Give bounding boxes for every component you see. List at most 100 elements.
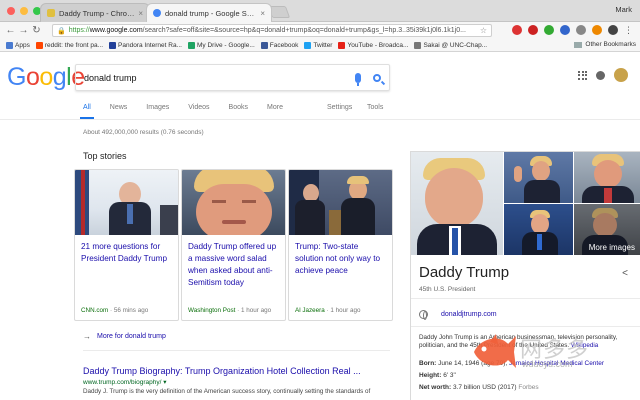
close-tab-icon[interactable]: × (260, 9, 265, 18)
fact-label: Height: (419, 372, 442, 379)
back-icon[interactable]: ← (4, 25, 17, 36)
notifications-icon[interactable] (596, 70, 605, 80)
orange-extension-icon[interactable] (592, 25, 602, 35)
address-bar[interactable]: 🔒 https://www.google.com/search?safe=off… (52, 24, 492, 37)
more-images-link[interactable]: More images (589, 243, 635, 252)
news-card[interactable]: 21 more questions for President Daddy Tr… (74, 169, 179, 321)
bookmark-favicon-icon (414, 41, 422, 49)
fact-label: Born: (419, 360, 437, 367)
tab-chrome-web-store[interactable]: Daddy Trump - Chrome Web S × (40, 3, 150, 22)
result-stats: About 492,000,000 results (0.76 seconds) (83, 129, 204, 136)
news-source: CNN.com · 56 mins ago (81, 307, 148, 314)
bookmark-label: Pandora Internet Ra... (118, 41, 182, 49)
bookmark-label: Apps (15, 41, 30, 49)
google-favicon-icon (153, 9, 161, 17)
news-headline[interactable]: Daddy Trump offered up a massive word sa… (182, 235, 285, 301)
bookmark-item[interactable]: Apps (6, 41, 30, 49)
menu-icon[interactable]: ⋮ (624, 25, 633, 35)
forward-icon[interactable]: → (17, 25, 30, 36)
settings-link[interactable]: Settings (327, 104, 352, 111)
result-title-link[interactable]: Daddy Trump Biography: Trump Organizatio… (83, 366, 361, 376)
kp-website-link[interactable]: donaldjtrump.com (419, 310, 497, 320)
microphone-icon[interactable] (355, 72, 361, 86)
bookmark-favicon-icon (338, 41, 346, 49)
bookmark-item[interactable]: Sakai @ UNC-Chap... (414, 41, 487, 49)
lock-icon: 🔒 (57, 27, 66, 35)
search-icon[interactable] (373, 73, 381, 82)
avatar[interactable] (614, 68, 628, 82)
fact-value: 3.7 billion USD (2017) (452, 384, 519, 391)
bookmark-label: Facebook (269, 41, 299, 49)
news-source-name: Al Jazeera (295, 307, 325, 314)
news-photo (289, 170, 392, 235)
bookmark-item[interactable]: Twitter (304, 41, 332, 49)
kp-photo[interactable] (504, 152, 573, 203)
kp-photo-grid[interactable]: More images (411, 152, 640, 255)
extension-icons: ⋮ (512, 25, 633, 35)
bookmark-star-icon[interactable]: ☆ (480, 26, 487, 35)
green-extension-icon[interactable] (544, 25, 554, 35)
google-logo[interactable]: Google (7, 63, 85, 92)
result-url[interactable]: www.trump.com/biography/ ▾ (83, 378, 166, 386)
news-source: Al Jazeera · 1 hour ago (295, 307, 360, 314)
news-headline[interactable]: 21 more questions for President Daddy Tr… (75, 235, 178, 301)
kp-photo-main[interactable] (411, 152, 503, 255)
share-icon[interactable]: < (622, 268, 628, 279)
tab-videos[interactable]: Videos (188, 104, 209, 111)
news-card[interactable]: Daddy Trump offered up a massive word sa… (181, 169, 286, 321)
blue-extension-icon[interactable] (560, 25, 570, 35)
bookmark-favicon-icon (6, 41, 13, 49)
tab-google-search[interactable]: donald trump - Google Search × (146, 3, 272, 22)
news-time: · 1 hour ago (235, 307, 272, 314)
kp-photo[interactable] (574, 152, 640, 203)
bookmark-label: reddit: the front pa... (44, 41, 104, 49)
other-bookmarks[interactable]: Other Bookmarks (574, 41, 636, 48)
red-extension-icon[interactable] (528, 25, 538, 35)
tab-all[interactable]: All (83, 104, 91, 111)
dark-extension-icon[interactable] (608, 25, 618, 35)
tab-strip: Daddy Trump - Chrome Web S × donald trum… (0, 0, 640, 22)
bookmark-item[interactable]: Facebook (260, 41, 299, 49)
news-card[interactable]: Trump: Two-state solution not only way t… (288, 169, 393, 321)
bookmark-favicon-icon (260, 41, 268, 49)
news-source-name: Washington Post (188, 307, 236, 314)
news-source-name: CNN.com (81, 307, 109, 314)
close-window-button[interactable] (7, 7, 15, 15)
bookmark-item[interactable]: reddit: the front pa... (35, 41, 104, 49)
bookmark-label: My Drive - Google... (196, 41, 255, 49)
url-scheme: https:// (68, 27, 90, 34)
apps-grid-icon[interactable] (578, 70, 587, 80)
section-divider (83, 350, 390, 351)
fact-label: Net worth: (419, 384, 452, 391)
bookmark-favicon-icon (35, 41, 43, 49)
search-input[interactable]: donald trump (84, 73, 355, 83)
news-headline[interactable]: Trump: Two-state solution not only way t… (289, 235, 392, 301)
gray-extension-icon[interactable] (576, 25, 586, 35)
kp-fact-networth: Net worth: 3.7 billion USD (2017) Forbes (419, 384, 539, 391)
tab-books[interactable]: Books (229, 104, 248, 111)
tab-more[interactable]: More (267, 104, 283, 111)
fact-source: Forbes (518, 384, 539, 391)
bookmark-item[interactable]: Pandora Internet Ra... (109, 41, 182, 49)
bookmark-favicon-icon (304, 41, 312, 49)
more-news-link[interactable]: → More for donald trump (83, 332, 166, 341)
tab-news[interactable]: News (110, 104, 128, 111)
opera-extension-icon[interactable] (512, 25, 522, 35)
watermark: 网多多 wduoyu.com (470, 328, 630, 376)
fish-logo-icon (474, 334, 516, 368)
bookmark-item[interactable]: YouTube - Broadca... (338, 41, 408, 49)
kp-website-label: donaldjtrump.com (441, 311, 497, 318)
bookmark-favicon-icon (109, 41, 117, 49)
close-tab-icon[interactable]: × (138, 9, 143, 18)
tab-images[interactable]: Images (146, 104, 169, 111)
tools-link[interactable]: Tools (367, 104, 383, 111)
search-box[interactable]: donald trump (75, 64, 390, 91)
kp-fact-height: Height: 6' 3" (419, 372, 456, 379)
bookmark-item[interactable]: My Drive - Google... (187, 41, 255, 49)
kp-subtitle: 45th U.S. President (419, 286, 476, 293)
reload-icon[interactable]: ↻ (30, 25, 43, 36)
kp-photo[interactable] (504, 204, 573, 255)
profile-name[interactable]: Mark (615, 5, 632, 14)
minimize-window-button[interactable] (20, 7, 28, 15)
logo-letter: g (52, 63, 67, 91)
